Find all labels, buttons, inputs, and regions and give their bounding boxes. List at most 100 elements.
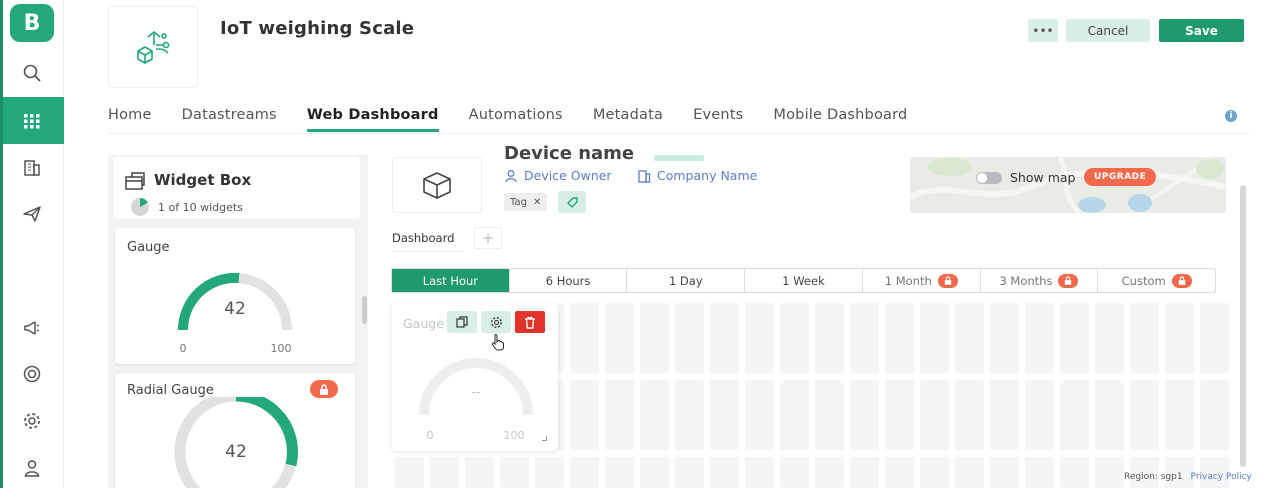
tab-events[interactable]: Events (693, 98, 743, 132)
grid-cell (1165, 303, 1194, 373)
widget-box-scrollbar[interactable] (362, 296, 367, 324)
grid-cell (675, 457, 704, 488)
gauge-widget-min: 0 (427, 429, 434, 441)
range-3-months[interactable]: 3 Months (981, 269, 1099, 292)
grid-cell (745, 380, 774, 450)
page-scrollbar[interactable] (1240, 185, 1246, 467)
nav-search[interactable] (0, 51, 64, 95)
range-1-month[interactable]: 1 Month (863, 269, 981, 292)
range-1-week[interactable]: 1 Week (745, 269, 863, 292)
grid-cell (640, 380, 669, 450)
grid-cell (1130, 380, 1159, 450)
cancel-button[interactable]: Cancel (1066, 19, 1150, 42)
range-1-day[interactable]: 1 Day (627, 269, 746, 292)
edit-tags-button[interactable] (558, 191, 586, 213)
grid-cell (1165, 380, 1194, 450)
resize-handle[interactable] (542, 436, 547, 441)
tab-home[interactable]: Home (108, 98, 152, 132)
grid-cell (955, 457, 984, 488)
grid-cell (605, 303, 634, 373)
tab-automations[interactable]: Automations (469, 98, 563, 132)
product-template-icon (137, 31, 170, 64)
grid-cell (885, 303, 914, 373)
nav-apps[interactable] (0, 97, 64, 144)
tag-label: Tag (510, 196, 527, 208)
widget-box-icon (125, 172, 145, 190)
privacy-policy-link[interactable]: Privacy Policy (1191, 472, 1252, 482)
tab-mobile-dashboard[interactable]: Mobile Dashboard (773, 98, 907, 132)
blynk-logo[interactable]: B (10, 4, 54, 42)
nav-settings[interactable] (0, 399, 64, 443)
grid-cell (675, 303, 704, 373)
grid-cell (1095, 303, 1124, 373)
grid-cell (920, 457, 949, 488)
grid-cell (675, 380, 704, 450)
save-button[interactable]: Save (1159, 19, 1244, 42)
company-name-label: Company Name (657, 168, 758, 183)
range-label: 1 Month (884, 273, 932, 288)
device-tag[interactable]: Tag ✕ (504, 193, 548, 211)
range-last-hour[interactable]: Last Hour (392, 269, 510, 292)
tab-web-dashboard[interactable]: Web Dashboard (306, 98, 439, 132)
grid-cell (1060, 303, 1089, 373)
device-owner-link[interactable]: Device Owner (504, 168, 612, 183)
add-dashboard-tab-button[interactable]: + (474, 227, 502, 249)
grid-cell (815, 457, 844, 488)
nav-announcements[interactable] (0, 306, 64, 350)
dashboard-tab[interactable]: Dashboard (392, 231, 454, 245)
product-title[interactable]: IoT weighing Scale (220, 18, 414, 39)
grid-cell (1060, 457, 1089, 488)
nav-send[interactable] (0, 192, 64, 236)
dashboard-tab-divider (392, 251, 462, 252)
building-icon (638, 169, 651, 183)
company-name-link[interactable]: Company Name (637, 168, 757, 183)
duplicate-widget-button[interactable] (447, 311, 477, 333)
widget-toolbar (447, 311, 545, 333)
device-name: Device name (504, 143, 635, 164)
grid-cell (1200, 380, 1229, 450)
widget-settings-button[interactable] (481, 311, 511, 333)
gauge-widget[interactable]: Gauge -- 0 100 (392, 303, 558, 451)
grid-cell (605, 380, 634, 450)
grid-cell (885, 380, 914, 450)
range-label: 6 Hours (545, 273, 591, 288)
grid-cell (1130, 303, 1159, 373)
product-icon-box[interactable] (108, 6, 198, 88)
grid-cell (990, 303, 1019, 373)
widget-usage-pie-icon (131, 198, 149, 216)
region-label: Region: sgp1 (1124, 472, 1183, 482)
range-label: Custom (1121, 273, 1166, 288)
tab-metadata[interactable]: Metadata (593, 98, 663, 132)
grid-cell (1025, 303, 1054, 373)
range-label: 3 Months (999, 273, 1053, 288)
grid-cell (1025, 457, 1054, 488)
grid-cell (920, 303, 949, 373)
delete-widget-button[interactable] (515, 311, 545, 333)
widget-card-gauge[interactable]: Gauge 42 0 100 (115, 228, 355, 364)
map-background (910, 157, 1226, 213)
lock-icon (320, 383, 328, 395)
grid-cell (570, 457, 599, 488)
range-custom[interactable]: Custom (1098, 269, 1215, 292)
range-6-hours[interactable]: 6 Hours (510, 269, 628, 292)
grid-cell (1095, 457, 1124, 488)
grid-cell (430, 457, 459, 488)
upgrade-badge[interactable]: UPGRADE (1084, 168, 1157, 186)
grid-cell (850, 457, 879, 488)
info-icon[interactable]: i (1225, 110, 1237, 122)
nav-help[interactable] (0, 352, 64, 396)
building-icon (24, 160, 40, 176)
device-owner-label: Device Owner (524, 168, 612, 183)
grid-cell (780, 303, 809, 373)
range-label: 1 Day (668, 273, 703, 288)
tag-remove-icon[interactable]: ✕ (533, 197, 541, 208)
widget-card-title: Radial Gauge (127, 383, 214, 398)
nav-profile[interactable] (0, 446, 64, 488)
show-map-toggle[interactable] (976, 172, 1002, 184)
grid-cell (465, 457, 494, 488)
megaphone-icon (24, 321, 40, 335)
more-options-button[interactable]: ••• (1028, 19, 1058, 42)
tab-datastreams[interactable]: Datastreams (182, 98, 277, 132)
gauge-widget-title: Gauge (403, 316, 444, 331)
nav-organizations[interactable] (0, 146, 64, 190)
